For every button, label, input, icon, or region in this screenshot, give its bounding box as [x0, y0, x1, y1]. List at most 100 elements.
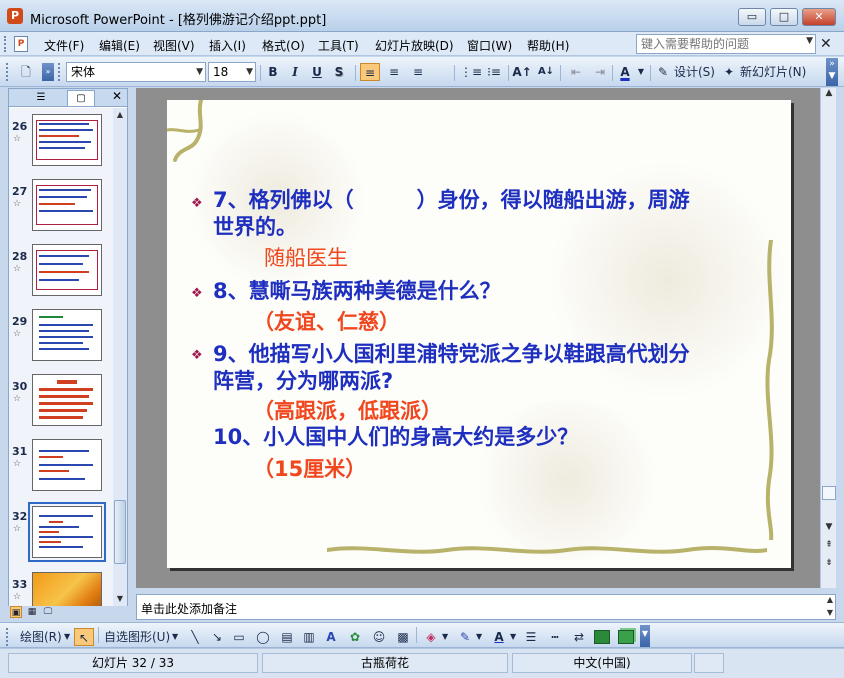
- menu-file[interactable]: 文件(F): [44, 37, 84, 54]
- italic-button[interactable]: I: [287, 63, 303, 81]
- menu-window[interactable]: 窗口(W): [467, 37, 512, 54]
- current-slide[interactable]: ❖ 7、格列佛以（ ）身份，得以随船出游，周游 世界的。 随船医生 ❖ 8、慧嘶…: [167, 100, 791, 568]
- chevron-down-icon[interactable]: ▼: [476, 628, 482, 646]
- toolbar-grip[interactable]: [6, 628, 10, 646]
- document-close-icon[interactable]: ✕: [820, 36, 832, 52]
- slide-thumbnail-33[interactable]: [32, 572, 102, 606]
- slide-scrollbar[interactable]: ▲ ▼ ⇞ ⇟: [820, 88, 836, 588]
- align-right-icon[interactable]: ≡: [408, 63, 428, 81]
- slide-thumbnail-30[interactable]: [32, 374, 102, 426]
- shadow-button[interactable]: S: [331, 63, 347, 81]
- scroll-down-icon[interactable]: ▼: [113, 592, 127, 606]
- scroll-up-icon[interactable]: ▲: [113, 108, 127, 122]
- fill-color-icon[interactable]: ◈: [422, 628, 440, 646]
- chevron-down-icon[interactable]: ▼: [806, 36, 813, 46]
- 3d-style-icon[interactable]: [618, 630, 634, 644]
- new-slide-icon[interactable]: ✦: [722, 63, 736, 81]
- vertical-textbox-icon[interactable]: ▥: [300, 628, 318, 646]
- scroll-down-icon[interactable]: ▼: [827, 608, 833, 617]
- menu-format[interactable]: 格式(O): [262, 37, 305, 54]
- arrow-icon[interactable]: ↘: [208, 628, 226, 646]
- align-center-icon[interactable]: ≡: [384, 63, 404, 81]
- design-template-name[interactable]: 古瓶荷花: [262, 653, 508, 673]
- slideshow-view-icon[interactable]: 🖵: [42, 606, 54, 618]
- new-slide-button[interactable]: 新幻灯片(N): [740, 63, 812, 81]
- slide-thumbnail-28[interactable]: [32, 244, 102, 296]
- help-search-input[interactable]: [637, 35, 797, 53]
- scroll-thumb[interactable]: [114, 500, 126, 564]
- rectangle-icon[interactable]: ▭: [230, 628, 248, 646]
- scroll-up-icon[interactable]: ▲: [827, 595, 833, 604]
- diagram-icon[interactable]: ✿: [346, 628, 364, 646]
- close-button[interactable]: ✕: [802, 8, 836, 26]
- font-color-icon[interactable]: A: [616, 63, 634, 81]
- shadow-style-icon[interactable]: [594, 630, 610, 644]
- chevron-down-icon[interactable]: ▼: [64, 628, 70, 646]
- slide-thumbnail-32[interactable]: [28, 502, 106, 562]
- slides-tab[interactable]: ▢: [67, 90, 95, 106]
- slide-sorter-icon[interactable]: ▦: [26, 606, 38, 618]
- normal-view-icon[interactable]: ▣: [10, 606, 22, 618]
- slide-thumbnail-26[interactable]: [32, 114, 102, 166]
- toolbar-grip[interactable]: [4, 36, 7, 52]
- increase-indent-icon[interactable]: ⇥: [590, 63, 610, 81]
- bold-button[interactable]: B: [265, 63, 281, 81]
- scroll-up-icon[interactable]: ▲: [821, 88, 837, 102]
- outline-tab[interactable]: ☰: [27, 90, 55, 106]
- line-color-icon[interactable]: ✎: [456, 628, 474, 646]
- dash-style-icon[interactable]: ┅: [546, 628, 564, 646]
- new-document-icon[interactable]: 🗋: [18, 63, 34, 81]
- menu-help[interactable]: 帮助(H): [527, 37, 569, 54]
- scroll-down-icon[interactable]: ▼: [821, 522, 837, 536]
- slide-thumbnail-29[interactable]: [32, 309, 102, 361]
- notes-pane[interactable]: 单击此处添加备注 ▲ ▼: [136, 594, 836, 620]
- toolbar-options-icon[interactable]: »: [42, 63, 54, 81]
- toolbar-grip[interactable]: [6, 63, 10, 81]
- picture-icon[interactable]: ▩: [394, 628, 412, 646]
- toolbar-grip[interactable]: [58, 63, 62, 81]
- chevron-down-icon[interactable]: ▼: [196, 63, 203, 81]
- wordart-icon[interactable]: A: [322, 628, 340, 646]
- decrease-font-icon[interactable]: A↓: [536, 63, 556, 81]
- menu-tools[interactable]: 工具(T): [318, 37, 359, 54]
- chevron-down-icon[interactable]: ▼: [510, 628, 516, 646]
- chevron-down-icon[interactable]: ▼: [442, 628, 448, 646]
- line-icon[interactable]: ╲: [186, 628, 204, 646]
- decrease-indent-icon[interactable]: ⇤: [566, 63, 586, 81]
- slide-thumbnail-27[interactable]: [32, 179, 102, 231]
- chevron-down-icon[interactable]: ▼: [246, 63, 253, 81]
- pane-scrollbar[interactable]: ▲ ▼: [113, 108, 127, 606]
- chevron-down-icon[interactable]: ▼: [172, 628, 178, 646]
- help-search-box[interactable]: ▼: [636, 34, 816, 54]
- select-pointer-icon[interactable]: ↖: [74, 628, 94, 646]
- autoshapes-button[interactable]: 自选图形(U): [104, 628, 170, 646]
- close-icon[interactable]: ✕: [112, 89, 122, 103]
- toolbar-options-icon[interactable]: » ▼: [826, 58, 838, 86]
- font-color-icon[interactable]: A: [490, 628, 508, 646]
- document-icon[interactable]: P: [14, 36, 28, 52]
- previous-slide-icon[interactable]: ⇞: [821, 540, 837, 554]
- increase-font-icon[interactable]: A↑: [512, 63, 532, 81]
- design-button[interactable]: 设计(S): [674, 63, 718, 81]
- draw-menu-button[interactable]: 绘图(R): [20, 628, 62, 646]
- underline-button[interactable]: U: [309, 63, 325, 81]
- scroll-thumb[interactable]: [822, 486, 836, 500]
- oval-icon[interactable]: ◯: [254, 628, 272, 646]
- chevron-down-icon[interactable]: ▼: [636, 63, 646, 81]
- font-size-select[interactable]: 18 ▼: [208, 62, 256, 82]
- menu-view[interactable]: 视图(V): [153, 37, 195, 54]
- menu-slideshow[interactable]: 幻灯片放映(D): [375, 37, 454, 54]
- maximize-button[interactable]: □: [770, 8, 798, 26]
- toolbar-options-icon[interactable]: ▼: [640, 625, 650, 647]
- clipart-icon[interactable]: ☺: [370, 628, 388, 646]
- bullets-icon[interactable]: ⁝≡: [484, 63, 504, 81]
- minimize-button[interactable]: ▭: [738, 8, 766, 26]
- arrow-style-icon[interactable]: ⇄: [570, 628, 588, 646]
- next-slide-icon[interactable]: ⇟: [821, 558, 837, 572]
- slide-thumbnail-31[interactable]: [32, 439, 102, 491]
- design-icon[interactable]: ✎: [656, 63, 670, 81]
- notes-placeholder[interactable]: 单击此处添加备注: [141, 600, 237, 617]
- align-left-icon[interactable]: ≡: [360, 63, 380, 81]
- menu-edit[interactable]: 编辑(E): [99, 37, 140, 54]
- numbering-icon[interactable]: ⋮≡: [460, 63, 482, 81]
